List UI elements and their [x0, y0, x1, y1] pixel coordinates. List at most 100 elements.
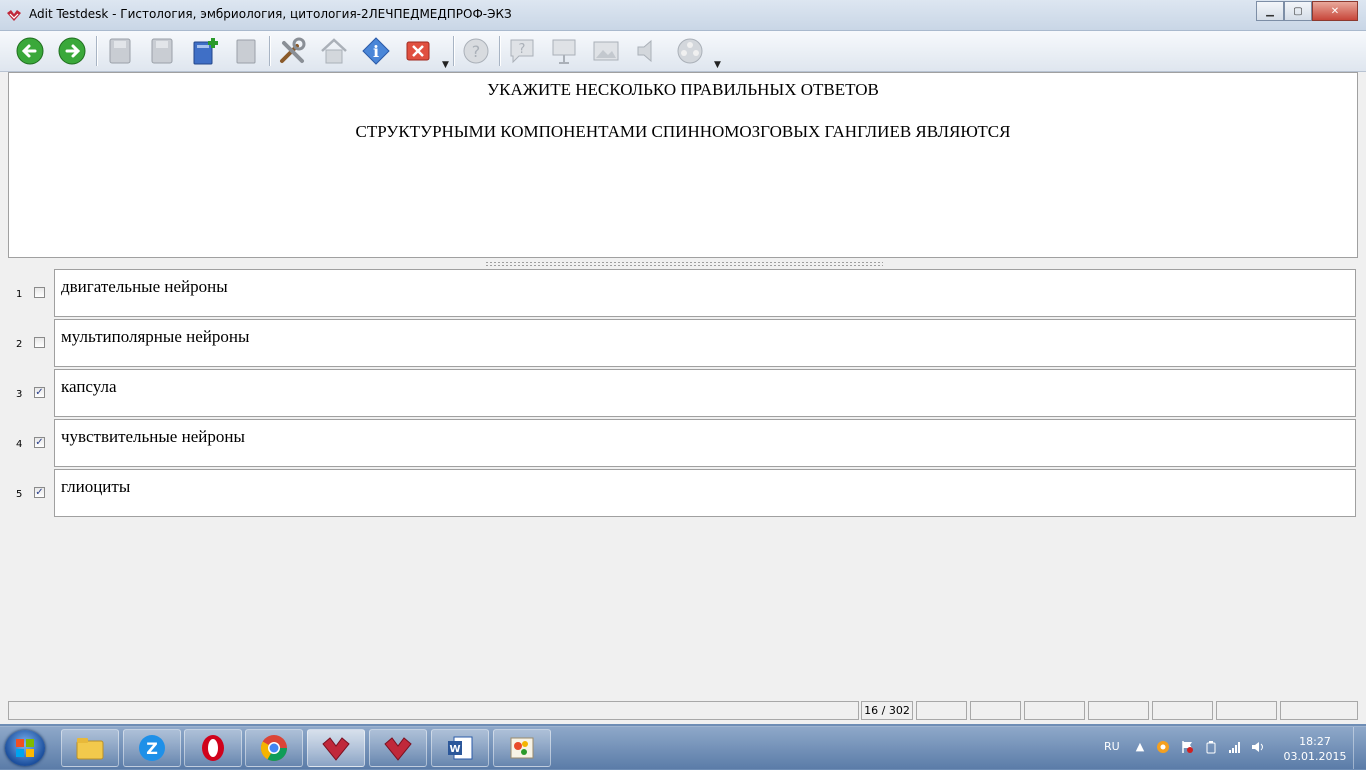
presentation-icon	[552, 39, 576, 64]
close-icon: ✕	[1330, 5, 1340, 17]
status-cell	[970, 701, 1021, 720]
help-button[interactable]: ?	[460, 35, 492, 67]
status-cell	[1088, 701, 1149, 720]
minimize-button[interactable]: ▁	[1256, 1, 1284, 21]
testdesk-logo-icon	[7, 10, 21, 21]
status-bar: 16 / 302	[0, 699, 1366, 724]
info-button[interactable]: i	[360, 35, 392, 67]
tools-icon	[280, 37, 306, 63]
clock[interactable]: 18:27 03.01.2015	[1280, 734, 1350, 764]
hint-button[interactable]: ?	[506, 35, 538, 67]
close-box-icon	[406, 41, 430, 61]
video-button[interactable]	[674, 35, 706, 67]
answer-option[interactable]: глиоциты	[54, 469, 1356, 517]
answer-text: глиоциты	[61, 477, 131, 496]
status-cell	[916, 701, 967, 720]
settings-button[interactable]	[276, 35, 308, 67]
taskbar-explorer[interactable]	[61, 729, 119, 767]
book-plus-icon	[193, 38, 218, 65]
close-test-button[interactable]	[402, 35, 434, 67]
answer-option[interactable]: мультиполярные нейроны	[54, 319, 1356, 367]
question-text: СТРУКТУРНЫМИ КОМПОНЕНТАМИ СПИННОМОЗГОВЫХ…	[355, 122, 1011, 141]
taskbar-testdesk[interactable]	[369, 729, 427, 767]
minimize-icon: ▁	[1266, 5, 1274, 17]
explorer-icon	[76, 738, 104, 760]
answer-number: 2	[16, 339, 23, 350]
taskbar-opera[interactable]	[184, 729, 242, 767]
taskbar-chrome[interactable]	[245, 729, 303, 767]
taskbar: Z W RU ▲ 18:27 03.01.2015	[0, 726, 1366, 769]
answer-checkbox[interactable]: ✓	[34, 387, 45, 398]
answer-row[interactable]: 5 ✓ глиоциты	[0, 469, 1366, 517]
home-button[interactable]	[318, 35, 350, 67]
image-icon	[593, 41, 619, 61]
svg-text:W: W	[449, 744, 460, 755]
action-center-icon[interactable]	[1180, 740, 1194, 754]
taskbar-zapya[interactable]: Z	[123, 729, 181, 767]
forward-button[interactable]	[56, 35, 88, 67]
answer-text: чувствительные нейроны	[61, 427, 245, 446]
presentation-button[interactable]	[548, 35, 580, 67]
window-title: Adit Testdesk - Гистология, эмбриология,…	[29, 7, 512, 21]
back-button[interactable]	[14, 35, 46, 67]
start-button[interactable]	[5, 730, 45, 766]
hint-icon: ?	[510, 39, 534, 64]
answer-number: 4	[16, 439, 23, 450]
maximize-button[interactable]: ▢	[1284, 1, 1312, 21]
taskbar-testdesk[interactable]	[307, 729, 365, 767]
sound-button[interactable]	[632, 35, 664, 67]
floppy-icon	[151, 38, 173, 64]
svg-text:Z: Z	[146, 739, 158, 758]
answer-checkbox[interactable]: ✓	[34, 437, 45, 448]
panel-splitter[interactable]	[485, 261, 883, 266]
show-desktop-button[interactable]	[1353, 727, 1366, 769]
question-panel: УКАЖИТЕ НЕСКОЛЬКО ПРАВИЛЬНЫХ ОТВЕТОВ СТР…	[8, 72, 1358, 258]
answer-option[interactable]: чувствительные нейроны	[54, 419, 1356, 467]
power-icon[interactable]	[1204, 740, 1218, 754]
status-cell	[1280, 701, 1358, 720]
title-bar[interactable]: Adit Testdesk - Гистология, эмбриология,…	[0, 0, 1366, 31]
question-counter: 16 / 302	[861, 701, 913, 720]
answer-row[interactable]: 2 мультиполярные нейроны	[0, 319, 1366, 367]
taskbar-word[interactable]: W	[431, 729, 489, 767]
answer-checkbox[interactable]	[34, 337, 45, 348]
chrome-icon	[260, 735, 288, 762]
testdesk-icon	[384, 737, 412, 761]
clock-date: 03.01.2015	[1283, 750, 1347, 763]
answer-option[interactable]: двигательные нейроны	[54, 269, 1356, 317]
status-message	[8, 701, 859, 720]
add-button[interactable]	[189, 35, 221, 67]
zapya-icon: Z	[139, 735, 165, 761]
bookmark-button[interactable]	[230, 35, 262, 67]
answer-text: двигательные нейроны	[61, 277, 228, 296]
network-icon[interactable]	[1228, 740, 1242, 754]
close-dropdown-arrow[interactable]: ▼	[442, 60, 449, 70]
status-cell	[1152, 701, 1213, 720]
volume-icon[interactable]	[1251, 740, 1265, 754]
clock-time: 18:27	[1299, 735, 1331, 748]
floppy-icon	[109, 38, 131, 64]
speaker-icon	[637, 39, 652, 63]
toolbar: i ▼ ? ? ▼	[0, 31, 1366, 72]
answer-text: капсула	[61, 377, 117, 396]
answer-option[interactable]: капсула	[54, 369, 1356, 417]
save-button[interactable]	[104, 35, 136, 67]
home-icon	[321, 38, 347, 64]
status-cell	[1024, 701, 1085, 720]
help-icon: ?	[463, 38, 489, 64]
answer-row[interactable]: 3 ✓ капсула	[0, 369, 1366, 417]
language-indicator[interactable]: RU	[1104, 740, 1120, 753]
taskbar-paint[interactable]	[493, 729, 551, 767]
video-dropdown-arrow[interactable]: ▼	[714, 60, 721, 70]
close-button[interactable]: ✕	[1312, 1, 1358, 21]
answer-text: мультиполярные нейроны	[61, 327, 250, 346]
answer-checkbox[interactable]: ✓	[34, 487, 45, 498]
answer-row[interactable]: 4 ✓ чувствительные нейроны	[0, 419, 1366, 467]
save-as-button[interactable]	[146, 35, 178, 67]
answer-row[interactable]: 1 двигательные нейроны	[0, 269, 1366, 317]
image-button[interactable]	[590, 35, 622, 67]
tray-app-icon[interactable]	[1156, 740, 1170, 754]
film-icon	[677, 38, 703, 64]
tray-expand-icon[interactable]: ▲	[1133, 740, 1147, 754]
answer-checkbox[interactable]	[34, 287, 45, 298]
